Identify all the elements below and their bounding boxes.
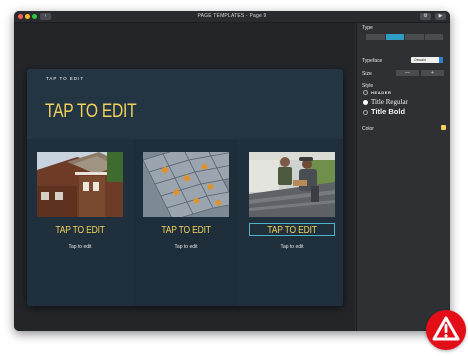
size-decrease-button[interactable]: — [396,70,419,76]
card-header: TAP TO EDIT TAP TO EDIT [27,69,343,139]
inspector-sidebar: Type Typeface Oswald Size — + Style HEAD… [356,23,450,331]
radio-icon [363,109,368,115]
small-title[interactable]: TAP TO EDIT [46,76,84,81]
big-title[interactable]: TAP TO EDIT [45,101,137,123]
type-option-4[interactable] [424,34,443,40]
play-button[interactable]: ▶ [435,13,446,20]
page-canvas: TAP TO EDIT TAP TO EDIT TAP TO EDIT Tap … [14,23,355,331]
photo-slate-roof[interactable] [143,152,229,217]
type-option-2[interactable] [385,34,404,40]
radio-icon [363,99,368,105]
column-1-text[interactable]: Tap to edit [37,244,123,250]
type-label: Type [362,25,373,31]
style-option-title-regular[interactable]: Title Regular [363,98,408,106]
settings-button[interactable]: ⚙ [420,13,431,20]
type-option-3[interactable] [405,34,424,40]
column-2: TAP TO EDIT Tap to edit [133,139,238,306]
size-increase-button[interactable]: + [421,70,444,76]
column-3-text[interactable]: Tap to edit [249,244,335,250]
typeface-select[interactable]: Oswald [411,57,443,63]
window-title: PAGE TEMPLATES - Page 9 [197,13,267,19]
style-option-header[interactable]: HEADER [363,90,392,96]
style-label: Style [362,83,374,89]
title-bar: ‹ PAGE TEMPLATES - Page 9 ⚙ ▶ [14,11,450,23]
size-label: Size [362,71,372,77]
warning-icon[interactable] [426,310,466,350]
photo-roofer-working[interactable] [249,152,335,217]
column-3: TAP TO EDIT Tap to edit [239,139,343,306]
type-option-1[interactable] [366,34,385,40]
type-segmented-control [366,34,444,40]
photo-house-roof[interactable] [37,152,123,217]
style-option-title-bold[interactable]: Title Bold [363,107,405,116]
typeface-label: Typeface [362,58,383,64]
column-1: TAP TO EDIT Tap to edit [27,139,132,306]
page-template-card[interactable]: TAP TO EDIT TAP TO EDIT TAP TO EDIT Tap … [27,69,343,306]
column-2-title[interactable]: TAP TO EDIT [143,225,229,236]
column-3-title[interactable]: TAP TO EDIT [249,223,335,236]
color-label: Color [362,126,374,132]
column-2-text[interactable]: Tap to edit [143,244,229,250]
radio-icon [363,90,368,96]
column-1-title[interactable]: TAP TO EDIT [37,225,123,236]
app-window: ‹ PAGE TEMPLATES - Page 9 ⚙ ▶ TAP TO EDI… [14,11,450,331]
color-swatch[interactable] [441,125,446,130]
